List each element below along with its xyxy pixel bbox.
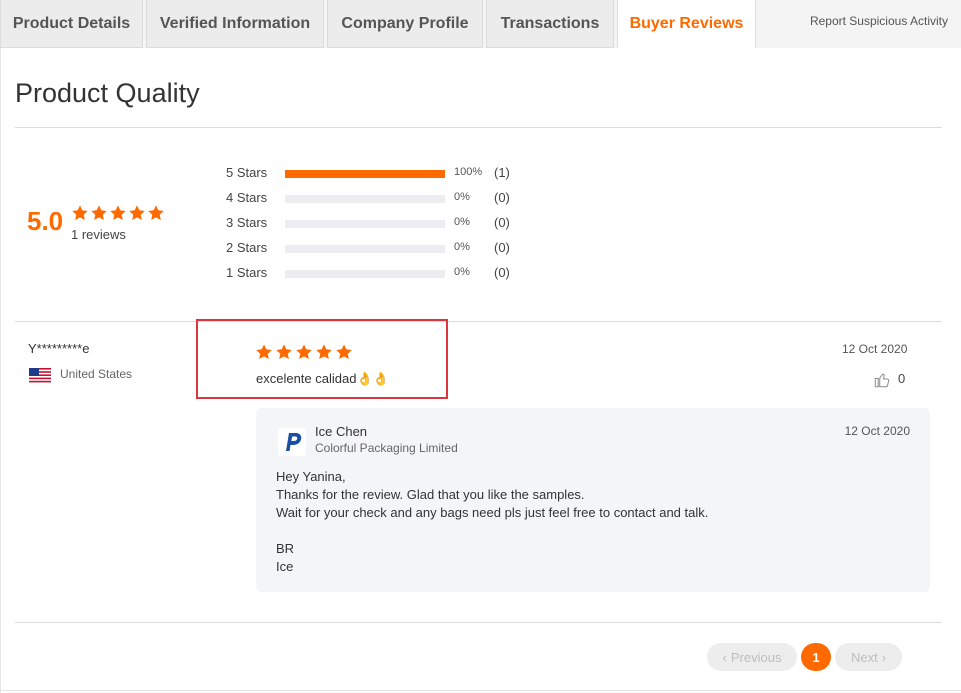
next-label: Next <box>850 649 878 665</box>
tab-buyer-reviews[interactable]: Buyer Reviews <box>617 0 756 48</box>
distribution-label: 3 Stars <box>226 215 268 230</box>
tab-bar: Product Details Verified Information Com… <box>0 0 961 48</box>
review-date: 12 Oct 2020 <box>842 342 908 356</box>
distribution-label: 1 Stars <box>226 265 268 280</box>
star-icon <box>316 344 332 360</box>
review-stars <box>255 343 353 361</box>
distribution-bar-fill <box>285 170 445 178</box>
distribution-percent: 0% <box>454 266 470 278</box>
thumbs-up-icon[interactable] <box>873 371 891 389</box>
distribution-count: (1) <box>494 165 510 180</box>
distribution-label: 2 Stars <box>226 240 268 255</box>
distribution-bar <box>285 195 445 203</box>
average-stars <box>71 204 165 222</box>
distribution-percent: 0% <box>454 216 470 228</box>
star-icon <box>91 205 107 221</box>
bottom-border <box>1 690 961 691</box>
distribution-bar <box>285 220 445 228</box>
reply-company: Colorful Packaging Limited <box>315 441 458 455</box>
distribution-percent: 0% <box>454 191 470 203</box>
review-count: 1 reviews <box>71 227 126 242</box>
chevron-right-icon: › <box>881 649 887 665</box>
distribution-row: 1 Stars 0% (0) <box>226 263 546 283</box>
reviews-panel: Product Quality 5.0 1 reviews 5 Stars 100… <box>0 48 961 693</box>
star-icon <box>72 205 88 221</box>
tab-verified-information[interactable]: Verified Information <box>146 0 324 48</box>
reply-date: 12 Oct 2020 <box>844 424 910 438</box>
distribution-count: (0) <box>494 190 510 205</box>
report-suspicious-activity-link[interactable]: Report Suspicious Activity <box>810 14 948 28</box>
distribution-row: 3 Stars 0% (0) <box>226 213 546 233</box>
divider <box>15 321 942 322</box>
reply-line <box>276 522 916 540</box>
us-flag-icon <box>29 368 51 383</box>
star-icon <box>148 205 164 221</box>
reply-line: Hey Yanina, <box>276 469 346 484</box>
distribution-row: 2 Stars 0% (0) <box>226 238 546 258</box>
distribution-label: 5 Stars <box>226 165 268 180</box>
company-logo-icon <box>278 428 306 456</box>
review-text: excelente calidad👌👌 <box>256 371 389 386</box>
star-icon <box>256 344 272 360</box>
reply-body: Hey Yanina, Thanks for the review. Glad t… <box>276 468 916 576</box>
like-count: 0 <box>898 371 906 386</box>
divider <box>15 622 942 623</box>
distribution-row: 4 Stars 0% (0) <box>226 188 546 208</box>
page-1-button[interactable]: 1 <box>801 643 831 671</box>
reviewer-name: Y*********e <box>28 341 90 356</box>
distribution-count: (0) <box>494 240 510 255</box>
reply-line: Ice <box>276 559 294 574</box>
distribution-bar <box>285 170 445 178</box>
distribution-percent: 0% <box>454 241 470 253</box>
tab-company-profile[interactable]: Company Profile <box>327 0 483 48</box>
reply-line: BR <box>276 541 295 556</box>
distribution-label: 4 Stars <box>226 190 268 205</box>
divider <box>15 127 942 128</box>
distribution-bar <box>285 245 445 253</box>
star-icon <box>296 344 312 360</box>
reviewer-country: United States <box>60 367 133 381</box>
reply-line: Wait for your check and any bags need pl… <box>276 505 709 520</box>
chevron-left-icon: ‹ <box>722 649 727 665</box>
distribution-count: (0) <box>494 265 510 280</box>
reply-author: Ice Chen <box>315 424 368 439</box>
star-icon <box>129 205 145 221</box>
tab-product-details[interactable]: Product Details <box>0 0 143 48</box>
previous-label: Previous <box>730 649 782 665</box>
supplier-reply: Ice Chen Colorful Packaging Limited 12 O… <box>256 408 930 592</box>
previous-page-button[interactable]: ‹ Previous <box>707 643 797 671</box>
tab-transactions[interactable]: Transactions <box>486 0 614 48</box>
star-icon <box>110 205 126 221</box>
next-page-button[interactable]: Next › <box>835 643 902 671</box>
distribution-bar <box>285 270 445 278</box>
star-icon <box>276 344 292 360</box>
star-icon <box>336 344 352 360</box>
page-title: Product Quality <box>15 78 200 108</box>
average-score: 5.0 <box>27 206 64 236</box>
reply-line: Thanks for the review. Glad that you lik… <box>276 487 585 502</box>
distribution-row: 5 Stars 100% (1) <box>226 163 546 183</box>
distribution-count: (0) <box>494 215 510 230</box>
distribution-percent: 100% <box>454 166 483 178</box>
